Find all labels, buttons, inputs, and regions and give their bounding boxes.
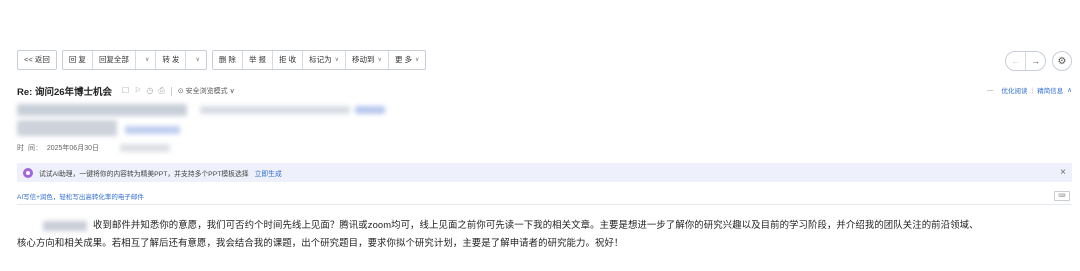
read-options: — 优化阅读 | 精简信息 ∧ bbox=[987, 85, 1072, 96]
divider: | bbox=[1031, 86, 1034, 94]
back-group: << 返回 bbox=[17, 50, 57, 70]
more-label: 更 多 bbox=[394, 55, 413, 64]
subject-icons: ☐ ⚐ ◷ ⎙ bbox=[122, 86, 165, 96]
generate-now-link[interactable]: 立即生成 bbox=[255, 168, 282, 178]
chevron-down-icon: ∨ bbox=[415, 57, 420, 63]
mail-body: 收到邮件并知悉你的意愿，我们可否约个时间先线上见面？腾讯或zoom均可，线上见面… bbox=[17, 216, 1072, 252]
redacted-time-extra bbox=[120, 144, 170, 152]
redacted-sender bbox=[17, 104, 187, 116]
next-mail-button[interactable]: → bbox=[1026, 52, 1045, 70]
reply-all-button[interactable]: 回复全部 bbox=[91, 51, 135, 69]
action-group: 删 除 举 报 拒 收 标记为 ∨ 移动到 ∨ 更 多 ∨ bbox=[211, 50, 427, 70]
ai-assistant-icon bbox=[23, 167, 33, 178]
chevron-down-icon: ∨ bbox=[144, 57, 150, 63]
safe-mode-label: 安全浏览模式 bbox=[185, 88, 228, 95]
time-value: 2025年06月30日 bbox=[46, 145, 99, 152]
ai-writing-hint: AI写信+润色，轻松写出高转化率的电子邮件 ⌨ bbox=[17, 188, 1072, 205]
flag-icon[interactable]: ⚐ bbox=[134, 86, 141, 96]
time-row: 时 间: 2025年06月30日 bbox=[17, 143, 99, 153]
gear-icon[interactable]: ⚙ bbox=[1052, 51, 1072, 71]
move-to-label: 移动到 bbox=[352, 55, 375, 64]
move-to-button[interactable]: 移动到 ∨ bbox=[345, 51, 388, 69]
mark-as-label: 标记为 bbox=[309, 55, 332, 64]
optimized-read-link[interactable]: 优化阅读 bbox=[1002, 85, 1028, 95]
close-icon[interactable]: × bbox=[1060, 167, 1066, 178]
mail-toolbar: << 返回 回 复 回复全部 ∨ 转 发 ∨ 删 除 举 报 拒 收 标记为 ∨… bbox=[17, 50, 431, 70]
back-button[interactable]: << 返回 bbox=[18, 51, 56, 69]
body-line-2: 核心方向和相关成果。若相互了解后还有意愿，我会结合我的课题，出个研究题目，要求你… bbox=[17, 237, 624, 248]
time-label: 时 间: bbox=[17, 145, 39, 152]
mail-navigation: ← → ⚙ bbox=[1005, 51, 1072, 71]
star-icon[interactable]: ☐ bbox=[122, 86, 129, 96]
prev-mail-button[interactable]: ← bbox=[1006, 52, 1026, 70]
delete-button[interactable]: 删 除 bbox=[213, 51, 242, 69]
forward-button[interactable]: 转 发 bbox=[155, 51, 185, 69]
keyboard-icon[interactable]: ⌨ bbox=[1054, 191, 1070, 201]
reply-group: 回 复 回复全部 ∨ 转 发 ∨ bbox=[61, 50, 207, 70]
redacted-recipient-link bbox=[125, 126, 180, 134]
prev-next-group: ← → bbox=[1005, 51, 1046, 71]
chevron-down-icon: ∨ bbox=[377, 57, 382, 63]
more-button[interactable]: 更 多 ∨ bbox=[387, 51, 426, 69]
reject-button[interactable]: 拒 收 bbox=[272, 51, 302, 69]
redacted-recipient bbox=[17, 120, 117, 136]
body-line-1: 收到邮件并知悉你的意愿，我们可否约个时间先线上见面？腾讯或zoom均可，线上见面… bbox=[93, 219, 979, 230]
clock-icon[interactable]: ◷ bbox=[146, 86, 153, 96]
forward-dropdown[interactable]: ∨ bbox=[185, 51, 205, 69]
redacted-sender-address bbox=[200, 106, 350, 114]
mail-subject: Re: 询问26年博士机会 bbox=[17, 87, 113, 98]
chevron-up-icon[interactable]: ∧ bbox=[1067, 86, 1072, 94]
divider bbox=[170, 86, 172, 96]
dash-mark: — bbox=[987, 86, 994, 94]
subject-row: Re: 询问26年博士机会 ☐ ⚐ ◷ ⎙ ⊙ 安全浏览模式 ∨ — 优化阅读 … bbox=[17, 84, 1072, 98]
chevron-down-icon: ∨ bbox=[195, 57, 200, 63]
reply-all-dropdown[interactable]: ∨ bbox=[134, 51, 155, 69]
body-line: 收到邮件并知悉你的意愿，我们可否约个时间先线上见面？腾讯或zoom均可，线上见面… bbox=[17, 216, 1072, 234]
safe-mode-dropdown[interactable]: ⊙ 安全浏览模式 ∨ bbox=[178, 86, 235, 96]
chevron-down-icon: ∨ bbox=[229, 88, 235, 95]
chevron-down-icon: ∨ bbox=[334, 57, 340, 63]
report-button[interactable]: 举 报 bbox=[241, 51, 272, 69]
shield-icon: ⊙ bbox=[177, 88, 184, 95]
redacted-greeting bbox=[43, 220, 87, 231]
reply-button[interactable]: 回 复 bbox=[63, 51, 92, 69]
mark-as-button[interactable]: 标记为 ∨ bbox=[302, 51, 345, 69]
ai-ppt-banner: 试试AI助理，一键将你的内容转为精美PPT，并支持多个PPT模板选择 立即生成 … bbox=[17, 163, 1072, 182]
brief-info-link[interactable]: 精简信息 bbox=[1037, 85, 1063, 95]
ai-writing-link[interactable]: AI写信+润色，轻松写出高转化率的电子邮件 bbox=[17, 191, 144, 201]
redacted-link bbox=[355, 106, 385, 114]
banner-text: 试试AI助理，一键将你的内容转为精美PPT，并支持多个PPT模板选择 bbox=[39, 170, 249, 178]
print-icon[interactable]: ⎙ bbox=[158, 86, 164, 96]
